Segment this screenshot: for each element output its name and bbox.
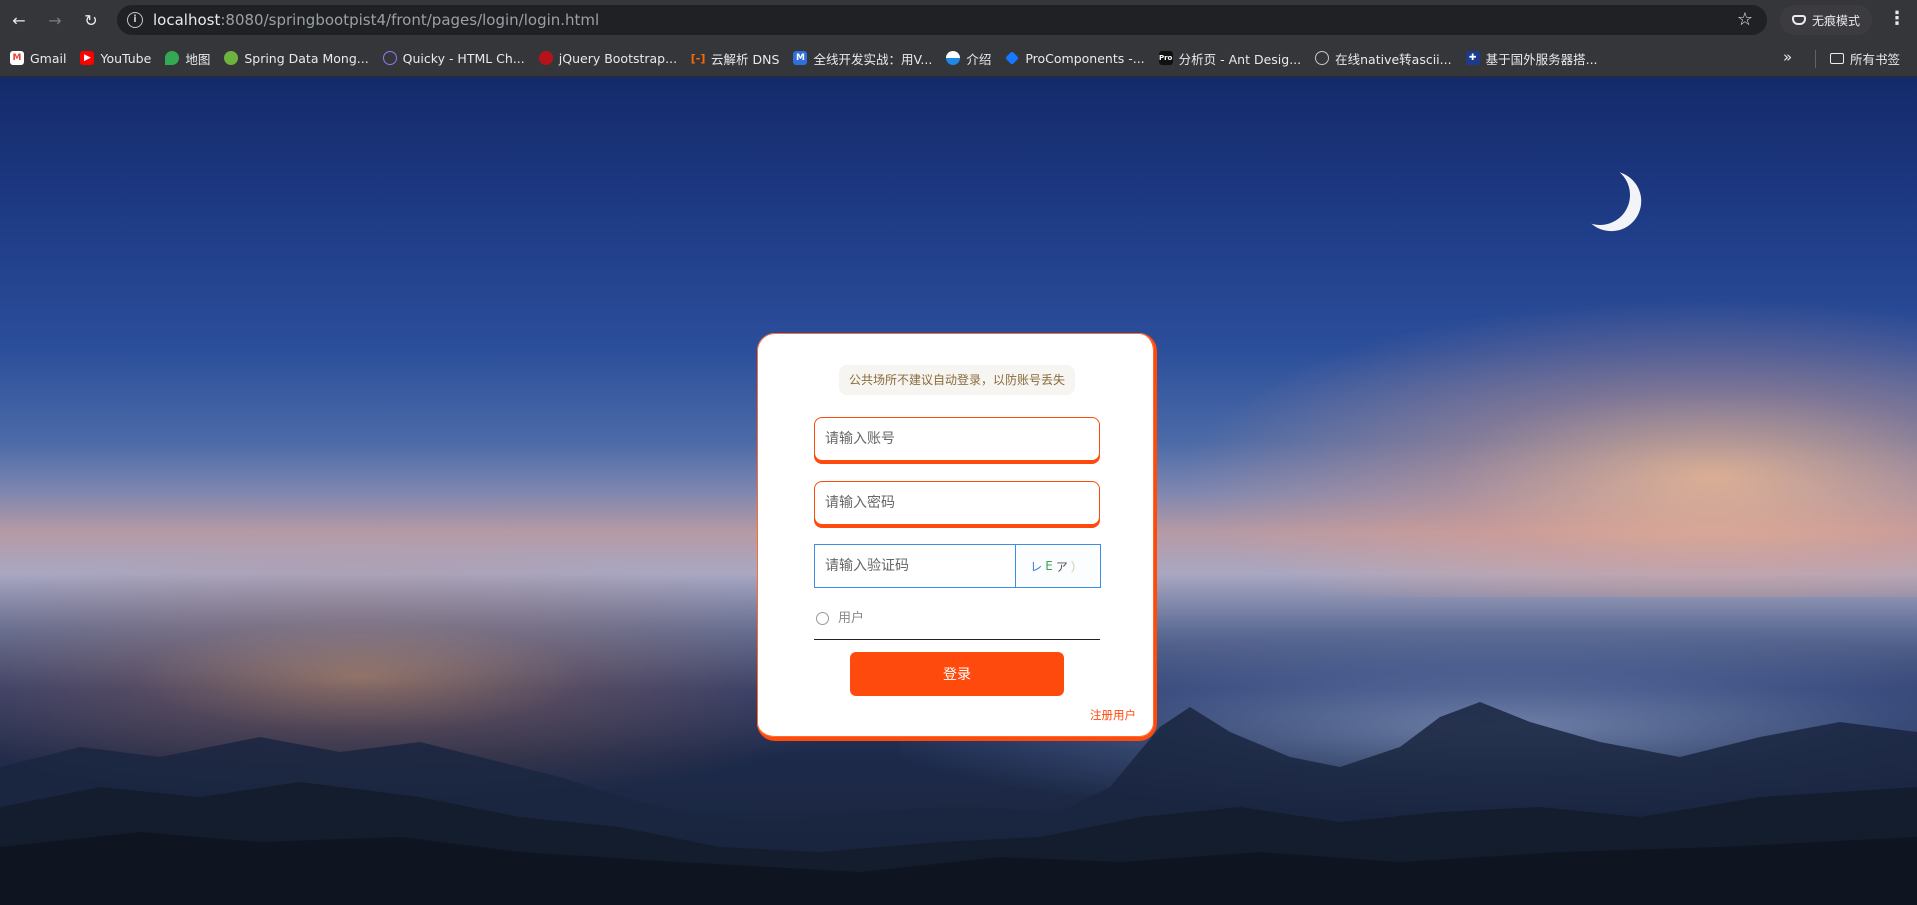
bookmark-label: Gmail — [30, 50, 67, 66]
globe-icon — [1315, 51, 1330, 65]
bookmark-foreign-server[interactable]: ✚ 基于国外服务器搭... — [1465, 49, 1598, 68]
role-selector: 用户 — [814, 609, 1100, 640]
globe-half-icon — [946, 51, 961, 65]
login-card: 公共场所不建议自动登录，以防账号丢失 レ E ア ） 用户 登录 注册用户 — [757, 333, 1157, 741]
incognito-icon — [1792, 15, 1806, 25]
bookmark-ant-design[interactable]: Pro 分析页 - Ant Desig... — [1158, 49, 1302, 68]
kebab-menu-icon[interactable]: ⋮ — [1888, 8, 1906, 30]
procomponents-icon — [1005, 51, 1020, 65]
role-label-user[interactable]: 用户 — [838, 609, 864, 629]
maps-icon — [165, 51, 180, 65]
bookmark-procomponents[interactable]: ProComponents -... — [1005, 50, 1145, 66]
bookmarks-overflow-button[interactable]: » — [1783, 48, 1792, 66]
star-icon[interactable]: ☆ — [1737, 9, 1753, 30]
role-radio-user[interactable] — [816, 612, 829, 625]
bookmark-quicky[interactable]: Quicky - HTML Ch... — [382, 50, 525, 66]
pro-icon: Pro — [1158, 51, 1173, 65]
captcha-char: E — [1045, 559, 1056, 573]
all-bookmarks-label: 所有书签 — [1850, 52, 1901, 67]
captcha-char: レ — [1030, 559, 1046, 574]
site-info-icon[interactable]: i — [127, 12, 143, 28]
browser-toolbar: ← → ↻ i localhost:8080/springbootpist4/f… — [0, 0, 1917, 40]
bookmark-maps[interactable]: 地图 — [165, 49, 210, 68]
bookmark-label: YouTube — [100, 50, 152, 66]
bookmark-intro[interactable]: 介绍 — [946, 49, 991, 68]
bookmarks-bar: M Gmail ▶ YouTube 地图 Spring Data Mong... Q… — [0, 40, 1917, 77]
incognito-badge[interactable]: 无痕模式 — [1780, 5, 1873, 35]
bookmark-label: jQuery Bootstrap... — [558, 50, 678, 66]
bookmark-label: 地图 — [185, 51, 211, 67]
bookmark-spring[interactable]: Spring Data Mong... — [224, 50, 369, 66]
flag-icon: ✚ — [1465, 51, 1480, 65]
m-icon: M — [793, 51, 808, 65]
captcha-image[interactable]: レ E ア ） — [1015, 544, 1101, 588]
jquery-icon — [538, 51, 553, 65]
bookmark-label: ProComponents -... — [1025, 50, 1145, 66]
reload-icon[interactable]: ↻ — [74, 3, 108, 37]
register-link[interactable]: 注册用户 — [1090, 707, 1136, 723]
login-button[interactable]: 登录 — [850, 652, 1064, 696]
browser-window: ← → ↻ i localhost:8080/springbootpist4/f… — [0, 0, 1917, 905]
auto-login-notice: 公共场所不建议自动登录，以防账号丢失 — [839, 365, 1075, 395]
account-input[interactable] — [814, 417, 1100, 461]
captcha-row: レ E ア ） — [814, 544, 1101, 588]
address-bar[interactable]: i localhost:8080/springbootpist4/front/p… — [117, 5, 1767, 35]
all-bookmarks-button[interactable]: 所有书签 — [1830, 49, 1900, 68]
password-input[interactable] — [814, 481, 1100, 525]
bookmark-gmail[interactable]: M Gmail — [10, 51, 66, 66]
bookmark-jquery[interactable]: jQuery Bootstrap... — [538, 50, 678, 66]
bookmark-native-ascii[interactable]: 在线native转ascii... — [1315, 49, 1452, 68]
sunset-glow — [1180, 297, 1917, 597]
arrow-left-icon[interactable]: ← — [2, 3, 36, 37]
bookmark-label: 全线开发实战：用V... — [813, 51, 933, 67]
incognito-label: 无痕模式 — [1812, 13, 1861, 28]
bookmark-label: 分析页 - Ant Desig... — [1178, 51, 1302, 67]
aliyun-icon: [-] — [690, 51, 706, 65]
youtube-icon: ▶ — [80, 51, 95, 65]
url-path: :8080/springbootpist4/front/pages/login/… — [220, 11, 600, 29]
bookmark-label: 云解析 DNS — [711, 51, 780, 67]
crescent-moon — [1565, 160, 1635, 230]
divider — [1815, 50, 1816, 68]
bookmark-label: 介绍 — [966, 51, 992, 67]
captcha-char: ） — [1070, 559, 1086, 574]
bookmark-aliyun-dns[interactable]: [-] 云解析 DNS — [690, 49, 780, 68]
gmail-icon: M — [10, 51, 24, 65]
bookmark-youtube[interactable]: ▶ YouTube — [80, 51, 151, 66]
arrow-right-icon[interactable]: → — [38, 3, 72, 37]
quicky-icon — [382, 51, 397, 65]
bookmark-label: Spring Data Mong... — [244, 50, 369, 66]
folder-icon — [1830, 53, 1844, 64]
captcha-input[interactable] — [814, 544, 1015, 588]
bookmark-label: 基于国外服务器搭... — [1485, 51, 1598, 67]
spring-icon — [224, 51, 239, 65]
url-host: localhost — [153, 11, 221, 29]
captcha-char: ア — [1055, 559, 1071, 574]
bookmark-label: Quicky - HTML Ch... — [402, 50, 525, 66]
bookmark-fullstack[interactable]: M 全线开发实战：用V... — [793, 49, 932, 68]
bookmark-label: 在线native转ascii... — [1335, 51, 1452, 67]
